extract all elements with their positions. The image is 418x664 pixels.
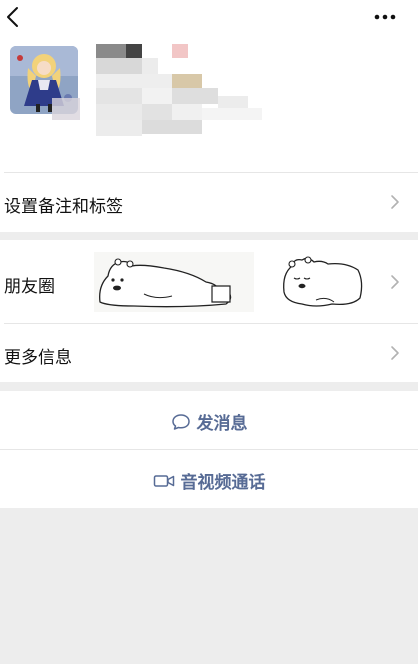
remark-tags-row[interactable]: 设置备注和标签 (0, 173, 418, 231)
ellipsis-icon (374, 14, 396, 20)
back-button[interactable] (2, 4, 26, 30)
profile-header: 设置备注和标签 (0, 0, 418, 232)
more-info-row[interactable]: 更多信息 (0, 324, 418, 382)
more-button[interactable] (370, 6, 400, 28)
remark-tags-label: 设置备注和标签 (4, 197, 123, 217)
avatar-blur-patch (52, 98, 80, 120)
chat-bubble-icon (171, 413, 190, 430)
send-message-row[interactable]: 发消息 (0, 391, 418, 449)
navigation-bar (0, 0, 418, 36)
contact-profile-page: 设置备注和标签 朋友圈 更多信息 发消息 音视频通话 (0, 0, 418, 664)
chevron-right-icon (391, 275, 399, 289)
video-call-label: 音视频通话 (180, 473, 266, 493)
moments-thumbnail-bear-sleeping[interactable] (276, 252, 366, 312)
video-call-row[interactable]: 音视频通话 (0, 450, 418, 508)
send-message-button[interactable]: 发消息 (0, 409, 418, 434)
chevron-left-icon (7, 7, 18, 27)
redacted-name-mosaic (96, 44, 266, 138)
moments-label: 朋友圈 (4, 277, 55, 297)
chevron-right-icon (391, 346, 399, 360)
more-info-label: 更多信息 (4, 348, 72, 368)
moments-thumbnail-bear-lying[interactable] (94, 252, 254, 312)
send-message-label: 发消息 (196, 414, 248, 434)
video-camera-icon (153, 474, 174, 487)
video-call-button[interactable]: 音视频通话 (0, 468, 418, 493)
chevron-right-icon (391, 195, 399, 209)
